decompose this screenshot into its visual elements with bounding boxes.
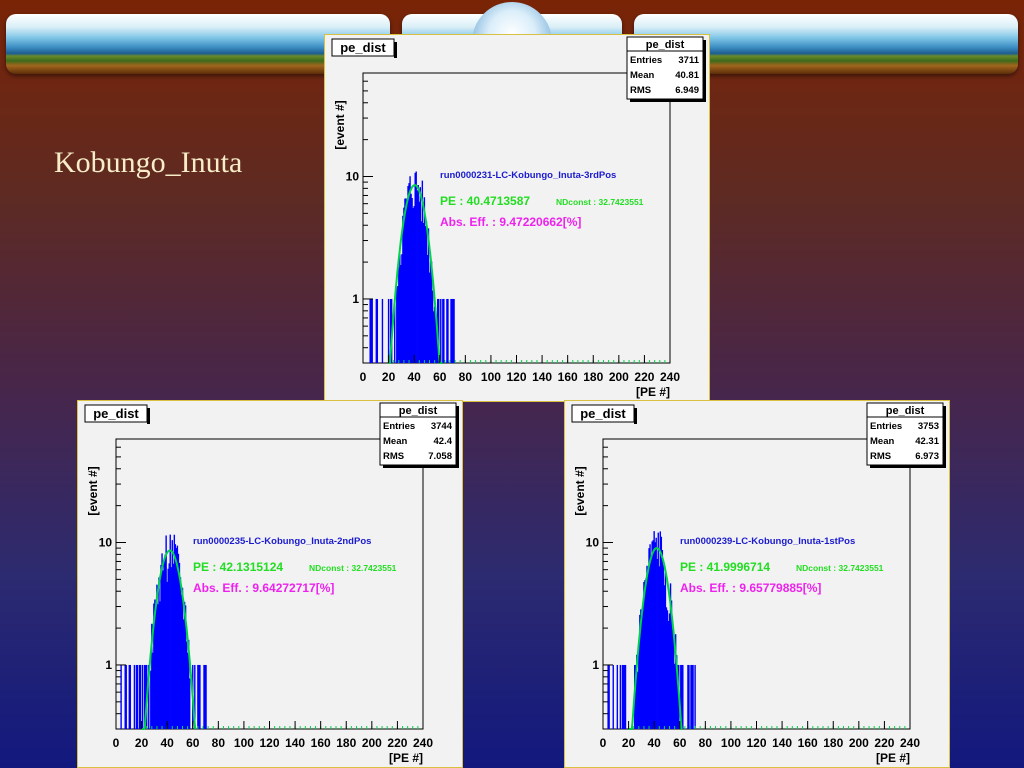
x-tick-label: 240 (660, 370, 680, 384)
y-tick-label: 10 (346, 169, 360, 183)
pe-value-label: PE : 41.9996714 (680, 560, 770, 574)
x-tick-label: 240 (900, 736, 920, 750)
stats-key-mean: Mean (870, 436, 894, 447)
x-tick-label: 120 (259, 736, 279, 750)
run-label: run0000231-LC-Kobungo_Inuta-3rdPos (440, 170, 616, 181)
x-tick-label: 160 (558, 370, 578, 384)
y-axis-label: [event #] (86, 466, 100, 515)
run-label: run0000235-LC-Kobungo_Inuta-2ndPos (193, 536, 371, 547)
x-tick-label: 200 (362, 736, 382, 750)
stats-key-entries: Entries (870, 421, 902, 432)
y-tick-label: 1 (592, 658, 599, 672)
x-tick-label: 60 (673, 736, 687, 750)
x-tick-label: 140 (285, 736, 305, 750)
x-tick-label: 100 (234, 736, 254, 750)
x-tick-label: 0 (600, 736, 607, 750)
x-tick-label: 220 (874, 736, 894, 750)
x-tick-label: 180 (823, 736, 843, 750)
x-tick-label: 180 (583, 370, 603, 384)
stats-value-rms: 6.973 (915, 451, 939, 462)
x-tick-label: 220 (634, 370, 654, 384)
title-box-shadow (394, 42, 397, 58)
x-tick-label: 160 (798, 736, 818, 750)
stats-key-rms: RMS (630, 85, 651, 96)
histogram-canvas-3rdpos: 0 20 40 60 80 100 120 140 160 180 200 220 240 1 10 [PE … (324, 34, 710, 402)
x-tick-label: 140 (532, 370, 552, 384)
x-tick-label: 100 (481, 370, 501, 384)
x-tick-label: 200 (609, 370, 629, 384)
stats-value-mean: 40.81 (675, 70, 699, 81)
x-tick-label: 20 (622, 736, 636, 750)
abs-eff-label: Abs. Eff. : 9.65779885[%] (680, 581, 821, 595)
stats-key-rms: RMS (383, 451, 404, 462)
y-axis-label: [event #] (333, 100, 347, 149)
stats-value-entries: 3744 (431, 421, 453, 432)
title-box-shadow (634, 408, 637, 424)
y-axis-label: [event #] (573, 466, 587, 515)
x-tick-label: 40 (160, 736, 174, 750)
run-label: run0000239-LC-Kobungo_Inuta-1stPos (680, 536, 855, 547)
x-tick-label: 40 (647, 736, 661, 750)
x-tick-label: 60 (433, 370, 447, 384)
x-tick-label: 120 (746, 736, 766, 750)
stats-key-rms: RMS (870, 451, 891, 462)
x-tick-label: 200 (849, 736, 869, 750)
chart-title: pe_dist (93, 406, 139, 421)
stats-title: pe_dist (646, 39, 685, 51)
x-tick-label: 20 (382, 370, 396, 384)
x-tick-label: 20 (135, 736, 149, 750)
stats-value-entries: 3753 (918, 421, 939, 432)
histogram-2ndpos: 0 20 40 60 80 100 120 140 160 180 200 220 240 1 10 [PE … (78, 401, 462, 767)
x-tick-label: 240 (413, 736, 433, 750)
y-tick-label: 1 (105, 658, 112, 672)
title-box-shadow (147, 408, 150, 424)
x-axis-label: [PE #] (876, 751, 910, 765)
x-tick-label: 0 (113, 736, 120, 750)
abs-eff-label: Abs. Eff. : 9.47220662[%] (440, 215, 581, 229)
stats-key-entries: Entries (383, 421, 415, 432)
x-tick-label: 60 (186, 736, 200, 750)
x-tick-label: 100 (721, 736, 741, 750)
x-tick-label: 80 (459, 370, 473, 384)
pe-value-label: PE : 42.1315124 (193, 560, 283, 574)
x-tick-label: 140 (772, 736, 792, 750)
stats-title: pe_dist (399, 405, 438, 417)
stats-key-entries: Entries (630, 55, 662, 66)
x-tick-label: 40 (407, 370, 421, 384)
stats-value-entries: 3711 (678, 55, 699, 66)
stats-value-rms: 6.949 (675, 85, 699, 96)
x-tick-label: 120 (506, 370, 526, 384)
ndconst-label: NDconst : 32.7423551 (309, 563, 397, 573)
abs-eff-label: Abs. Eff. : 9.64272717[%] (193, 581, 334, 595)
stats-value-mean: 42.31 (915, 436, 939, 447)
ndconst-label: NDconst : 32.7423551 (556, 197, 644, 207)
stats-value-rms: 7.058 (428, 451, 452, 462)
x-axis-label: [PE #] (389, 751, 423, 765)
x-tick-label: 180 (336, 736, 356, 750)
x-tick-label: 80 (699, 736, 713, 750)
histogram-canvas-1stpos: 0 20 40 60 80 100 120 140 160 180 200 220 240 1 10 [PE … (564, 400, 950, 768)
y-tick-label: 10 (99, 535, 113, 549)
x-axis-label: [PE #] (636, 385, 670, 399)
x-tick-label: 80 (212, 736, 226, 750)
stats-value-mean: 42.4 (434, 436, 453, 447)
stats-title: pe_dist (886, 405, 925, 417)
x-tick-label: 0 (360, 370, 367, 384)
stats-key-mean: Mean (630, 70, 654, 81)
stats-key-mean: Mean (383, 436, 407, 447)
histogram-3rdpos: 0 20 40 60 80 100 120 140 160 180 200 220 240 1 10 [PE … (325, 35, 709, 401)
histogram-1stpos: 0 20 40 60 80 100 120 140 160 180 200 220 240 1 10 [PE … (565, 401, 949, 767)
x-tick-label: 160 (311, 736, 331, 750)
chart-title: pe_dist (340, 40, 386, 55)
ndconst-label: NDconst : 32.7423551 (796, 563, 884, 573)
y-tick-label: 1 (352, 292, 359, 306)
x-tick-label: 220 (387, 736, 407, 750)
y-tick-label: 10 (586, 535, 600, 549)
slide-title: Kobungo_Inuta (54, 146, 243, 179)
histogram-canvas-2ndpos: 0 20 40 60 80 100 120 140 160 180 200 220 240 1 10 [PE … (77, 400, 463, 768)
chart-title: pe_dist (580, 406, 626, 421)
pe-value-label: PE : 40.4713587 (440, 194, 530, 208)
